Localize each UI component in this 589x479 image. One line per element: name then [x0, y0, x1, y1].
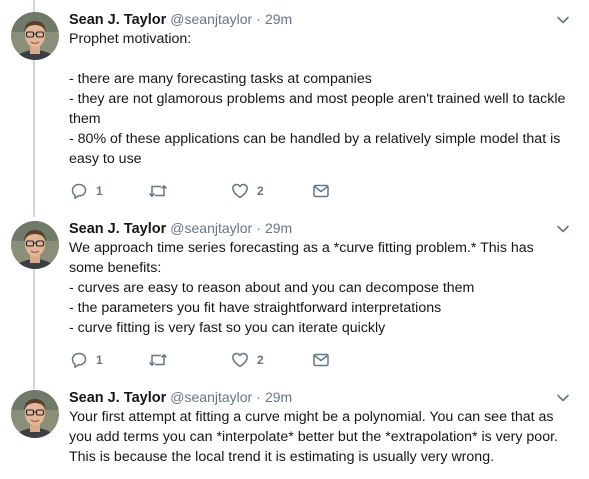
like-icon — [232, 352, 248, 368]
chevron-down-icon[interactable] — [556, 13, 570, 27]
chevron-down-icon[interactable] — [556, 391, 570, 405]
tweet-2[interactable]: Sean J. Taylor @seanjtaylor · 29m We app… — [0, 210, 589, 380]
reply-icon — [71, 183, 87, 199]
avatar[interactable] — [11, 221, 59, 269]
reply-button[interactable]: 1 — [70, 181, 103, 201]
tweet-header: Sean J. Taylor @seanjtaylor · 29m — [69, 9, 569, 29]
tweet-actions: 1 2 — [70, 350, 370, 370]
avatar[interactable] — [11, 390, 59, 438]
like-count: 2 — [257, 353, 264, 367]
direct-message-icon — [313, 184, 329, 198]
reply-button[interactable]: 1 — [70, 350, 103, 370]
like-icon — [232, 183, 248, 199]
author-name[interactable]: Sean J. Taylor — [69, 12, 166, 28]
reply-icon — [71, 352, 87, 368]
retweet-button[interactable] — [148, 181, 168, 201]
like-button[interactable]: 2 — [231, 181, 264, 201]
separator: · — [256, 220, 261, 236]
timestamp[interactable]: 29m — [265, 11, 292, 27]
retweet-icon — [148, 354, 168, 366]
reply-count: 1 — [96, 353, 103, 367]
author-name[interactable]: Sean J. Taylor — [69, 390, 166, 406]
timestamp[interactable]: 29m — [265, 220, 292, 236]
like-button[interactable]: 2 — [231, 350, 264, 370]
author-handle[interactable]: @seanjtaylor — [170, 220, 252, 236]
tweet-text: Your first attempt at fitting a curve mi… — [69, 409, 558, 465]
author-handle[interactable]: @seanjtaylor — [170, 11, 252, 27]
direct-message-button[interactable] — [312, 350, 330, 370]
separator: · — [256, 389, 261, 405]
tweet-3[interactable]: Sean J. Taylor @seanjtaylor · 29m Your f… — [0, 380, 589, 479]
author-name[interactable]: Sean J. Taylor — [69, 221, 166, 237]
tweet-text: We approach time series forecasting as a… — [69, 240, 534, 336]
direct-message-icon — [313, 353, 329, 367]
retweet-button[interactable] — [148, 350, 168, 370]
separator: · — [256, 11, 261, 27]
tweet-header: Sean J. Taylor @seanjtaylor · 29m — [69, 387, 569, 407]
retweet-icon — [148, 185, 168, 197]
reply-count: 1 — [96, 184, 103, 198]
direct-message-button[interactable] — [312, 181, 330, 201]
author-handle[interactable]: @seanjtaylor — [170, 389, 252, 405]
chevron-down-icon[interactable] — [556, 222, 570, 236]
like-count: 2 — [257, 184, 264, 198]
tweet-actions: 1 2 — [70, 181, 370, 201]
tweet-text: Prophet motivation: - there are many for… — [69, 31, 566, 167]
timestamp[interactable]: 29m — [265, 389, 292, 405]
tweet-header: Sean J. Taylor @seanjtaylor · 29m — [69, 218, 569, 238]
tweet-1[interactable]: Sean J. Taylor @seanjtaylor · 29m Prophe… — [0, 0, 589, 210]
avatar[interactable] — [11, 12, 59, 60]
